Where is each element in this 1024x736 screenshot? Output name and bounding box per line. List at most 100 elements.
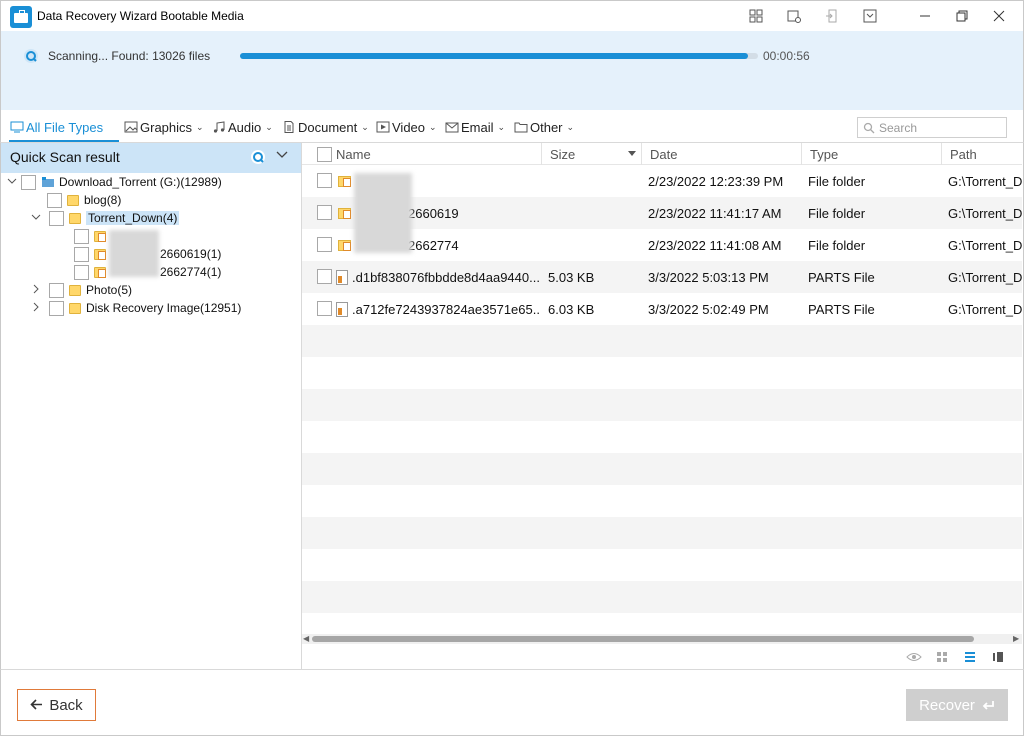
tree-item-torrent-down[interactable]: Torrent_Down(4) xyxy=(30,209,180,227)
scan-result-tree-panel: Quick Scan result Download_Torrent (G:)(… xyxy=(0,143,302,669)
file-type: File folder xyxy=(808,237,866,253)
filter-video[interactable]: Video ⌄ xyxy=(376,117,437,137)
maximize-button[interactable] xyxy=(944,1,980,31)
scan-progress-icon xyxy=(24,49,38,63)
minimize-button[interactable] xyxy=(907,1,943,31)
tree-item-root-drive[interactable]: Download_Torrent (G:)(12989) xyxy=(6,173,222,191)
row-checkbox[interactable] xyxy=(317,301,332,316)
filter-label: Email xyxy=(461,119,494,135)
file-type: PARTS File xyxy=(808,301,875,317)
file-name: 2660619 xyxy=(408,205,459,221)
thumbnail-view-icon[interactable] xyxy=(934,650,950,664)
filter-all-file-types[interactable]: All File Types xyxy=(10,117,103,137)
activation-icon[interactable] xyxy=(744,5,768,27)
search-box[interactable] xyxy=(857,117,1007,138)
folder-icon xyxy=(67,194,79,206)
list-view-icon[interactable] xyxy=(962,650,978,664)
filter-document[interactable]: Document ⌄ xyxy=(282,117,369,137)
file-size: 6.03 KB xyxy=(548,301,595,317)
scan-progress-bar xyxy=(240,53,758,59)
empty-row xyxy=(302,389,1022,421)
filter-other[interactable]: Other ⌄ xyxy=(514,117,574,137)
tree-checkbox[interactable] xyxy=(74,246,89,262)
search-input[interactable] xyxy=(879,120,999,135)
empty-row xyxy=(302,517,1022,549)
close-button[interactable] xyxy=(981,1,1017,31)
column-label: Type xyxy=(810,146,839,162)
filter-email[interactable]: Email ⌄ xyxy=(445,117,505,137)
tree-item-label: Disk Recovery Image(12951) xyxy=(86,301,242,315)
disk-settings-icon[interactable] xyxy=(782,5,806,27)
empty-row xyxy=(302,421,1022,453)
row-checkbox[interactable] xyxy=(317,173,332,188)
column-header-date[interactable]: Date xyxy=(642,143,802,165)
column-header-size[interactable]: Size xyxy=(542,143,642,165)
tree-checkbox[interactable] xyxy=(74,228,89,244)
file-size xyxy=(548,229,638,261)
tree-item-label: 2662774(1) xyxy=(160,265,222,279)
envelope-icon xyxy=(445,122,459,133)
file-date: 3/3/2022 5:02:49 PM xyxy=(648,301,769,317)
folder-icon xyxy=(69,302,81,314)
tree-collapse-arrow-icon[interactable] xyxy=(6,177,18,188)
chevron-down-icon: ⌄ xyxy=(497,121,506,132)
select-all-checkbox[interactable] xyxy=(317,146,332,162)
table-row[interactable]: .a712fe7243937824ae3571e65... 6.03 KB 3/… xyxy=(302,293,1022,325)
drive-icon xyxy=(42,177,54,187)
tree-checkbox[interactable] xyxy=(21,174,36,190)
tree-expand-arrow-icon[interactable] xyxy=(30,284,42,297)
music-note-icon xyxy=(213,121,225,133)
folder-icon xyxy=(94,230,106,242)
back-button-label: Back xyxy=(49,696,83,714)
row-checkbox[interactable] xyxy=(317,269,332,284)
filter-label: Document xyxy=(298,119,358,135)
collapse-chevron-icon[interactable] xyxy=(276,148,288,162)
menu-dropdown-icon[interactable] xyxy=(858,5,882,27)
folder-icon xyxy=(94,266,106,278)
search-icon xyxy=(863,122,875,133)
tree-collapse-arrow-icon[interactable] xyxy=(30,213,42,224)
filter-graphics[interactable]: Graphics ⌄ xyxy=(124,117,204,137)
recover-button[interactable]: Recover xyxy=(906,689,1008,721)
filter-label: Other xyxy=(530,119,563,135)
tree-item-disk-recovery-image[interactable]: Disk Recovery Image(12951) xyxy=(30,299,241,317)
bottom-action-bar: Back Recover xyxy=(0,669,1024,736)
scan-progress-fill xyxy=(240,53,748,59)
tree-checkbox[interactable] xyxy=(49,300,64,316)
tree-checkbox[interactable] xyxy=(49,282,64,298)
filter-label: All File Types xyxy=(26,119,104,135)
scrollbar-thumb[interactable] xyxy=(312,636,974,642)
active-filter-indicator xyxy=(9,140,119,142)
folder-icon xyxy=(69,212,81,224)
table-row[interactable]: .d1bf838076fbbdde8d4aa9440... 5.03 KB 3/… xyxy=(302,261,1022,293)
tree-checkbox[interactable] xyxy=(47,192,62,208)
column-header-name[interactable]: Name xyxy=(302,143,542,165)
export-icon[interactable] xyxy=(820,5,844,27)
app-logo-icon xyxy=(10,6,32,28)
column-header-path[interactable]: Path xyxy=(942,143,1022,165)
column-header-type[interactable]: Type xyxy=(802,143,942,165)
preview-eye-icon[interactable] xyxy=(906,650,922,664)
scan-result-icon[interactable] xyxy=(250,149,266,165)
tree-item-label: Torrent_Down(4) xyxy=(86,211,180,225)
tree-checkbox[interactable] xyxy=(74,264,89,280)
tree-item-blog[interactable]: blog(8) xyxy=(42,191,121,209)
tree-expand-arrow-icon[interactable] xyxy=(30,302,42,315)
tree-checkbox[interactable] xyxy=(49,210,64,226)
horizontal-scrollbar[interactable]: ◀ ▶ xyxy=(302,634,1022,644)
back-button[interactable]: Back xyxy=(17,689,96,721)
file-type: File folder xyxy=(808,205,866,221)
detail-view-icon[interactable] xyxy=(990,650,1006,664)
tree-item-redacted[interactable] xyxy=(69,227,111,245)
file-size xyxy=(548,165,638,197)
tree-item-photo[interactable]: Photo(5) xyxy=(30,281,132,299)
filter-audio[interactable]: Audio ⌄ xyxy=(212,117,273,137)
scroll-left-arrow-icon[interactable]: ◀ xyxy=(303,634,309,643)
row-checkbox[interactable] xyxy=(317,237,332,252)
empty-row xyxy=(302,325,1022,357)
row-checkbox[interactable] xyxy=(317,205,332,220)
folder-icon xyxy=(69,284,81,296)
file-icon xyxy=(336,301,348,317)
scroll-right-arrow-icon[interactable]: ▶ xyxy=(1013,634,1019,643)
view-mode-switcher xyxy=(906,649,1018,665)
